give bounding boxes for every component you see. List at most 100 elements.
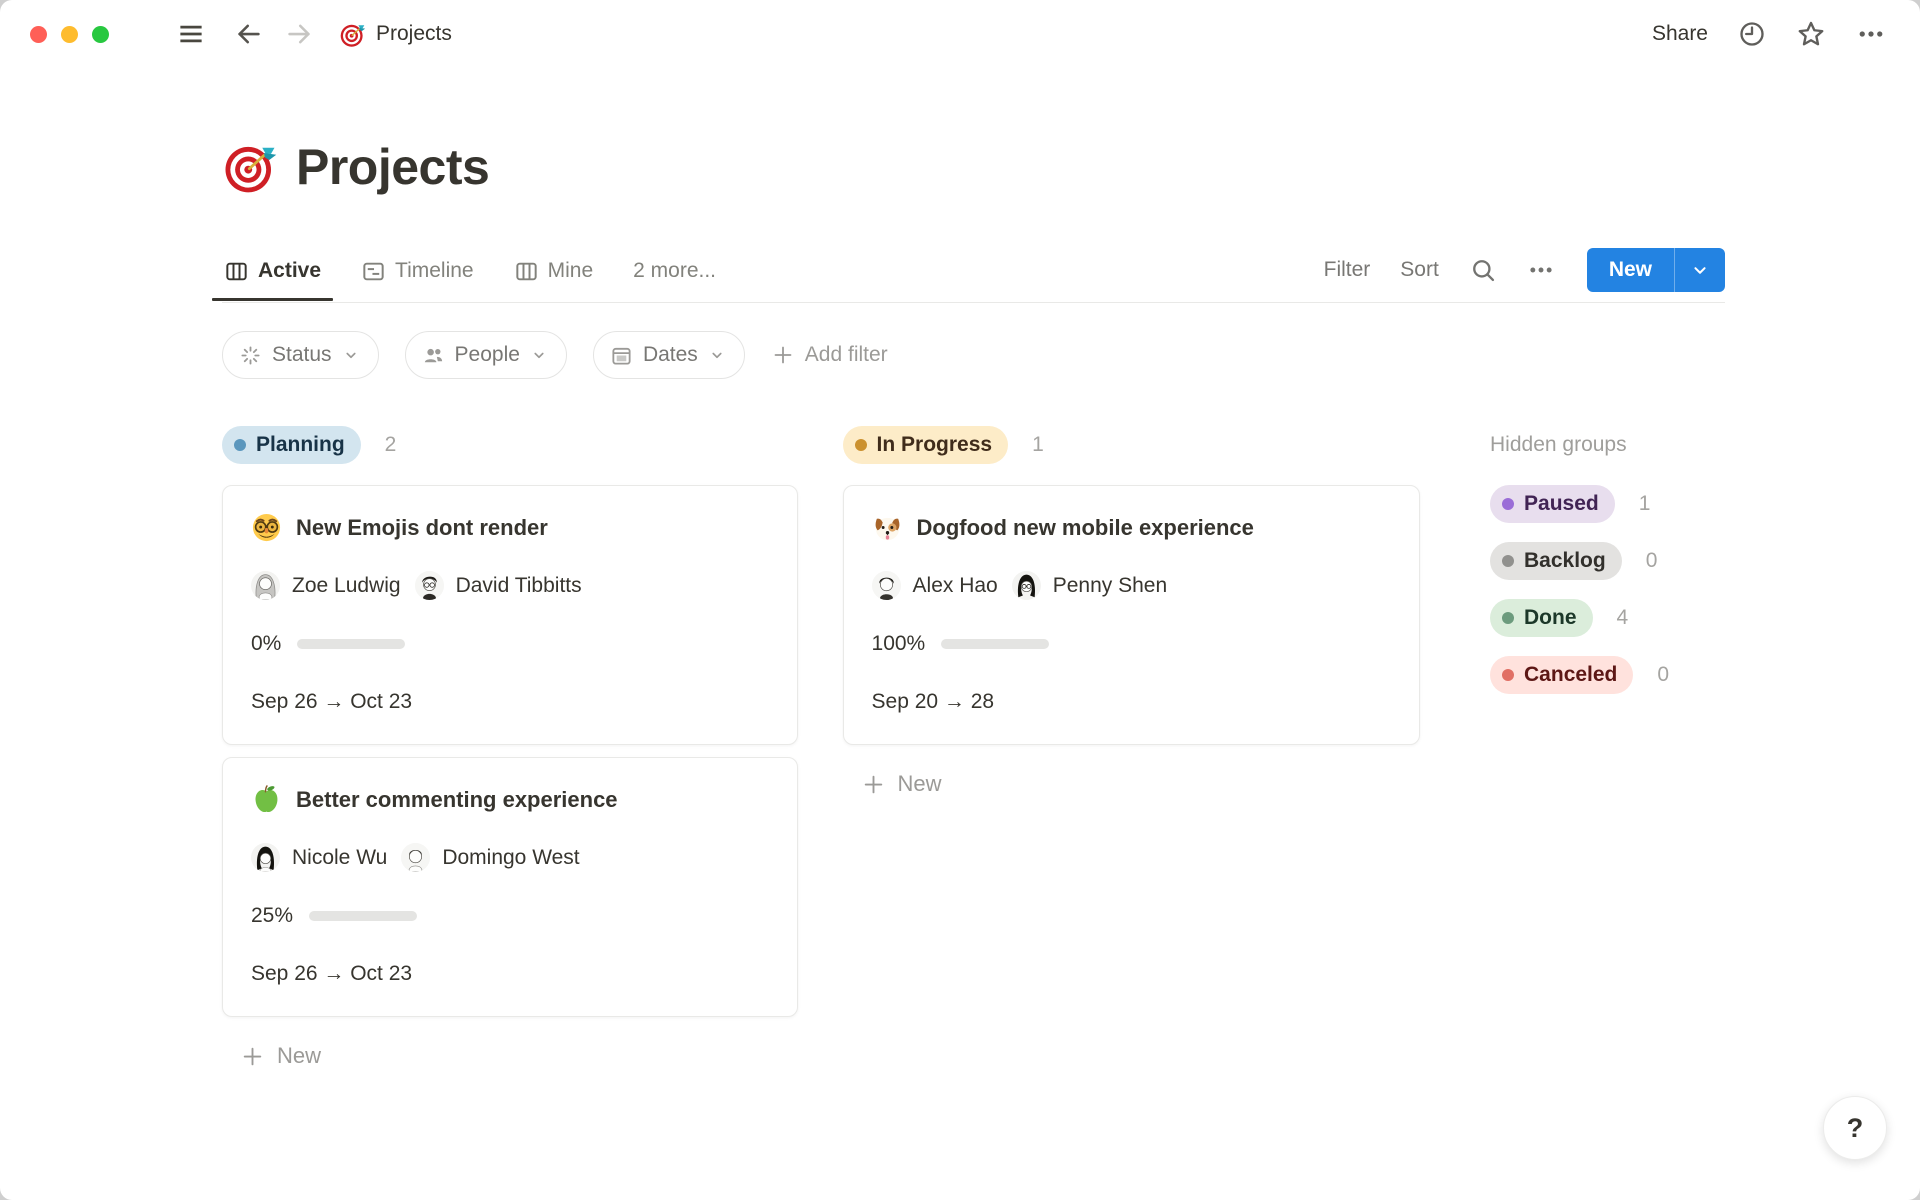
status-pill-label: Done xyxy=(1524,606,1577,629)
sidebar-toggle-button[interactable] xyxy=(173,16,209,52)
avatar xyxy=(871,571,901,600)
hidden-group-canceled[interactable]: Canceled 0 xyxy=(1490,656,1725,694)
plus-icon xyxy=(861,772,886,797)
hidden-group-done[interactable]: Done 4 xyxy=(1490,599,1725,637)
new-button[interactable]: New xyxy=(1587,248,1674,292)
column-in-progress-header[interactable]: In Progress 1 xyxy=(842,425,1421,465)
card-assignees: Alex Hao Penny Shen xyxy=(871,571,1392,600)
filter-chip-status-label: Status xyxy=(272,343,332,366)
avatar xyxy=(414,571,444,600)
new-dropdown-button[interactable] xyxy=(1675,248,1725,292)
card-better-commenting[interactable]: Better commenting experience Nicole Wu D… xyxy=(222,757,798,1017)
window-topbar: Projects Share xyxy=(0,0,1920,68)
breadcrumb-title: Projects xyxy=(376,22,452,45)
sort-button[interactable]: Sort xyxy=(1400,258,1439,282)
card-dates: Sep 20 → 28 xyxy=(871,690,995,713)
status-pill-in-progress[interactable]: In Progress xyxy=(842,426,1009,464)
view-toolbar: Active Timeline Mine 2 more... Filter So… xyxy=(211,248,1725,303)
status-pill-label: Paused xyxy=(1524,492,1599,515)
status-pill-done[interactable]: Done xyxy=(1490,599,1593,637)
card-title-row: Better commenting experience xyxy=(251,784,769,815)
card-progress: 100% xyxy=(872,632,1392,656)
breadcrumb[interactable]: Projects xyxy=(339,21,452,48)
page-target-icon[interactable] xyxy=(222,139,278,195)
column-count: 2 xyxy=(384,433,397,456)
more-options-button[interactable] xyxy=(1856,19,1886,49)
status-pill-label: Planning xyxy=(256,433,345,456)
zoom-window-button[interactable] xyxy=(92,25,109,43)
dog-face-emoji-icon xyxy=(872,512,903,543)
assignee[interactable]: Nicole Wu xyxy=(251,843,387,872)
assignee-name: Penny Shen xyxy=(1052,573,1168,597)
column-planning-header[interactable]: Planning 2 xyxy=(222,425,798,465)
filter-chip-status[interactable]: Status xyxy=(222,331,379,379)
page-title[interactable]: Projects xyxy=(296,138,490,196)
filter-chip-people[interactable]: People xyxy=(404,331,567,379)
progress-label: 25% xyxy=(251,904,294,927)
status-dot xyxy=(1502,612,1515,624)
filter-chip-dates[interactable]: Dates xyxy=(592,331,745,379)
star-icon xyxy=(1796,19,1826,49)
card-progress: 25% xyxy=(251,904,769,928)
chevron-down-icon xyxy=(530,346,548,364)
tab-active-label: Active xyxy=(258,259,322,282)
add-filter-label: Add filter xyxy=(804,343,888,366)
tab-more-label: 2 more... xyxy=(633,259,717,282)
forward-button[interactable] xyxy=(281,16,317,52)
status-pill-planning[interactable]: Planning xyxy=(222,426,361,464)
view-options-button[interactable] xyxy=(1527,256,1555,284)
assignee[interactable]: David Tibbitts xyxy=(414,571,582,600)
help-button[interactable]: ? xyxy=(1823,1096,1887,1160)
filter-chip-dates-label: Dates xyxy=(642,343,698,366)
view-tabs: Active Timeline Mine 2 more... xyxy=(211,251,718,301)
card-dogfood[interactable]: Dogfood new mobile experience Alex Hao P… xyxy=(842,485,1421,745)
status-pill-canceled[interactable]: Canceled xyxy=(1490,656,1634,694)
assignee[interactable]: Domingo West xyxy=(401,843,580,872)
assignee[interactable]: Zoe Ludwig xyxy=(251,571,401,600)
share-button[interactable]: Share xyxy=(1652,22,1708,46)
assignee-name: Zoe Ludwig xyxy=(292,573,401,597)
card-title-row: Dogfood new mobile experience xyxy=(872,512,1392,543)
avatar xyxy=(251,843,280,872)
status-pill-backlog[interactable]: Backlog xyxy=(1490,542,1622,580)
tab-mine[interactable]: Mine xyxy=(512,251,596,300)
assignee[interactable]: Penny Shen xyxy=(1011,571,1168,600)
progress-track xyxy=(297,639,406,649)
status-pill-paused[interactable]: Paused xyxy=(1490,485,1615,523)
hidden-groups-section: Hidden groups Paused 1 Backlog 0 Done 4 … xyxy=(1490,425,1725,1079)
board-icon xyxy=(224,259,249,284)
tab-timeline[interactable]: Timeline xyxy=(359,251,476,300)
app-window: Projects Share Projects Active Timeline … xyxy=(0,0,1920,1200)
tab-active[interactable]: Active xyxy=(211,251,334,301)
add-card-button-in-progress[interactable]: New xyxy=(845,761,958,807)
add-card-button-planning[interactable]: New xyxy=(224,1033,337,1079)
topbar-actions: Share xyxy=(1652,19,1886,49)
assignee[interactable]: Alex Hao xyxy=(871,571,998,600)
hidden-group-paused[interactable]: Paused 1 xyxy=(1490,485,1725,523)
ellipsis-icon xyxy=(1527,256,1555,284)
chevron-down-icon xyxy=(708,346,726,364)
status-dot xyxy=(1502,498,1515,510)
minimize-window-button[interactable] xyxy=(61,25,78,43)
filter-button[interactable]: Filter xyxy=(1324,258,1371,282)
tab-more[interactable]: 2 more... xyxy=(631,251,718,299)
updates-button[interactable] xyxy=(1738,20,1766,48)
assignee-name: Domingo West xyxy=(442,845,580,869)
favorite-button[interactable] xyxy=(1796,19,1826,49)
search-button[interactable] xyxy=(1469,256,1497,284)
status-pill-label: In Progress xyxy=(876,433,993,456)
group-count: 0 xyxy=(1657,663,1670,686)
card-new-emojis[interactable]: New Emojis dont render Zoe Ludwig David … xyxy=(222,485,798,745)
green-apple-emoji-icon xyxy=(251,784,282,815)
status-dot xyxy=(234,439,246,451)
add-filter-button[interactable]: Add filter xyxy=(771,343,888,367)
progress-track xyxy=(309,911,418,921)
hidden-group-backlog[interactable]: Backlog 0 xyxy=(1490,542,1725,580)
tab-mine-label: Mine xyxy=(547,259,594,282)
card-title-row: New Emojis dont render xyxy=(251,512,769,543)
kanban-board: Planning 2 New Emojis dont render Zoe Lu… xyxy=(222,425,1725,1079)
view-actions: Filter Sort New xyxy=(1324,248,1725,302)
card-assignees: Nicole Wu Domingo West xyxy=(251,843,769,872)
back-button[interactable] xyxy=(231,16,267,52)
close-window-button[interactable] xyxy=(30,25,47,43)
